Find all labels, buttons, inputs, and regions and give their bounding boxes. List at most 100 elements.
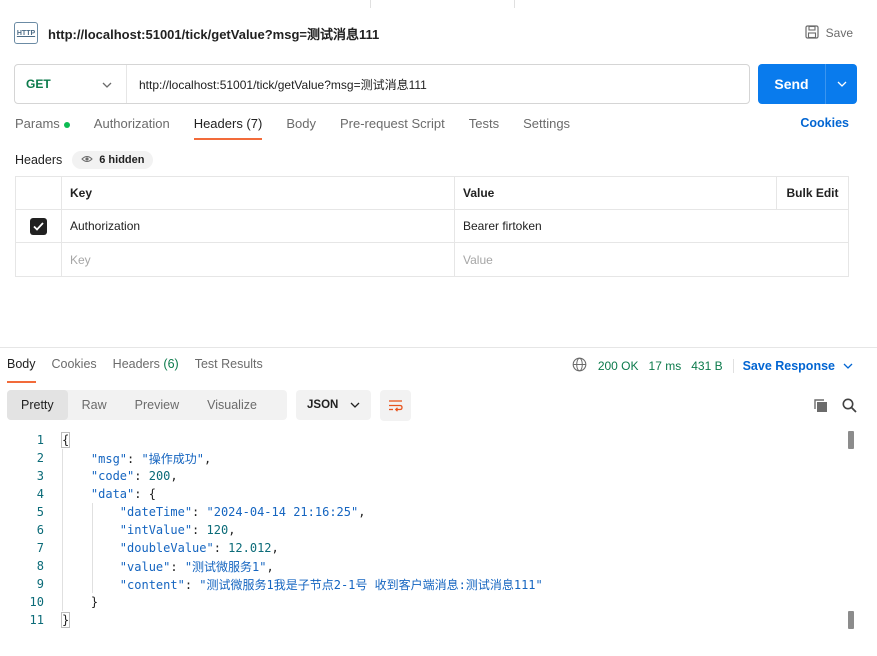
globe-icon[interactable] bbox=[572, 357, 587, 375]
eye-icon bbox=[81, 154, 93, 166]
code-line: 3 "code": 200, bbox=[0, 467, 860, 485]
send-options-chevron-icon[interactable] bbox=[825, 64, 857, 104]
header-value-cell[interactable]: Bearer firtoken bbox=[455, 210, 848, 242]
json-punctuation: : bbox=[192, 523, 207, 537]
view-tab-pretty[interactable]: Pretty bbox=[7, 390, 68, 420]
tab-params[interactable]: Params bbox=[15, 116, 70, 140]
response-headers-label: Headers bbox=[112, 357, 160, 371]
tab-body[interactable]: Body bbox=[286, 116, 316, 140]
json-punctuation: : bbox=[213, 541, 229, 555]
line-number: 10 bbox=[29, 595, 44, 609]
send-label: Send bbox=[774, 76, 809, 92]
copy-icon[interactable] bbox=[813, 398, 828, 413]
response-view-toolbar: Pretty Raw Preview Visualize JSON bbox=[7, 389, 857, 421]
wrap-lines-button[interactable] bbox=[380, 389, 411, 421]
url-input[interactable]: http://localhost:51001/tick/getValue?msg… bbox=[127, 76, 427, 93]
method-select[interactable]: GET bbox=[15, 65, 127, 103]
tab-tests[interactable]: Tests bbox=[469, 116, 499, 140]
json-punctuation: , bbox=[228, 523, 236, 537]
table-header-row: Key Value Bulk Edit bbox=[16, 177, 848, 210]
view-tab-preview[interactable]: Preview bbox=[121, 390, 193, 420]
chevron-down-icon bbox=[350, 399, 360, 411]
line-number: 11 bbox=[29, 613, 44, 627]
json-number: 200 bbox=[148, 469, 171, 483]
code-text: "dateTime": "2024-04-14 21:16:25", bbox=[62, 505, 366, 519]
editor-scrollbar-marker[interactable] bbox=[848, 611, 854, 629]
http-request-icon: HTTP bbox=[14, 22, 38, 44]
headers-table: Key Value Bulk Edit Authorization Bearer… bbox=[15, 176, 849, 277]
code-text: } bbox=[60, 612, 71, 628]
cookies-link[interactable]: Cookies bbox=[800, 116, 849, 130]
json-punctuation bbox=[62, 541, 120, 555]
view-tab-visualize[interactable]: Visualize bbox=[193, 390, 271, 420]
json-key: "doubleValue" bbox=[119, 541, 214, 555]
tab-headers[interactable]: Headers (7) bbox=[193, 116, 262, 140]
response-size[interactable]: 431 B bbox=[691, 359, 722, 373]
hidden-headers-toggle[interactable]: 6 hidden bbox=[72, 151, 154, 169]
json-number: 12.012 bbox=[228, 541, 272, 555]
status-code[interactable]: 200 OK bbox=[598, 359, 639, 373]
table-row: Authorization Bearer firtoken bbox=[16, 210, 848, 243]
chevron-down-icon bbox=[102, 77, 112, 91]
tab-strip bbox=[0, 0, 877, 8]
json-key: "intValue" bbox=[119, 523, 193, 537]
line-number: 1 bbox=[36, 433, 44, 447]
format-select[interactable]: JSON bbox=[296, 390, 371, 420]
new-key-input[interactable]: Key bbox=[62, 243, 455, 276]
response-tab-cookies[interactable]: Cookies bbox=[52, 357, 97, 383]
new-value-input[interactable]: Value bbox=[455, 243, 848, 276]
header-enabled-checkbox[interactable] bbox=[16, 210, 62, 242]
code-text: "msg": "操作成功", bbox=[62, 450, 211, 467]
format-label: JSON bbox=[307, 399, 339, 411]
save-response-button[interactable]: Save Response bbox=[743, 359, 853, 373]
response-time[interactable]: 17 ms bbox=[649, 359, 682, 373]
send-button[interactable]: Send bbox=[758, 64, 857, 104]
response-tab-body[interactable]: Body bbox=[7, 357, 36, 383]
line-number: 8 bbox=[36, 559, 44, 573]
url-bar: GET http://localhost:51001/tick/getValue… bbox=[14, 64, 857, 104]
json-punctuation: , bbox=[170, 469, 178, 483]
tab-settings[interactable]: Settings bbox=[523, 116, 570, 140]
code-line: 5 "dateTime": "2024-04-14 21:16:25", bbox=[0, 503, 860, 521]
active-request-tab[interactable] bbox=[370, 0, 515, 8]
line-number: 6 bbox=[36, 523, 44, 537]
url-box: GET http://localhost:51001/tick/getValue… bbox=[14, 64, 750, 104]
bulk-edit-button[interactable]: Bulk Edit bbox=[777, 177, 848, 209]
json-punctuation: : { bbox=[134, 487, 156, 501]
status-separator bbox=[732, 359, 734, 373]
code-text: "data": { bbox=[62, 487, 156, 501]
code-text: "intValue": 120, bbox=[62, 523, 236, 537]
response-tabs: Body Cookies Headers (6) Test Results bbox=[7, 357, 279, 383]
json-key: "data" bbox=[90, 487, 135, 501]
json-punctuation bbox=[62, 469, 91, 483]
line-number: 7 bbox=[36, 541, 44, 555]
save-icon bbox=[805, 24, 819, 42]
response-tab-headers[interactable]: Headers (6) bbox=[113, 357, 179, 383]
json-punctuation bbox=[62, 487, 91, 501]
tab-authorization[interactable]: Authorization bbox=[94, 116, 170, 140]
json-punctuation: } bbox=[60, 612, 71, 628]
code-text: } bbox=[62, 595, 98, 609]
json-punctuation: , bbox=[266, 559, 274, 574]
json-string: "操作成功" bbox=[141, 451, 204, 466]
request-title[interactable]: http://localhost:51001/tick/getValue?msg… bbox=[48, 24, 379, 43]
json-punctuation: , bbox=[358, 505, 366, 519]
header-key-cell[interactable]: Authorization bbox=[62, 210, 455, 242]
line-number: 4 bbox=[36, 487, 44, 501]
checkbox-checked-icon bbox=[30, 217, 47, 235]
pane-divider[interactable] bbox=[0, 347, 877, 348]
json-key: "content" bbox=[119, 577, 185, 592]
tab-pre-request-script[interactable]: Pre-request Script bbox=[340, 116, 445, 140]
json-punctuation bbox=[62, 523, 120, 537]
tab-params-label: Params bbox=[15, 116, 60, 131]
editor-scrollbar-thumb[interactable] bbox=[848, 431, 854, 449]
save-button[interactable]: Save bbox=[805, 24, 853, 42]
view-tab-raw[interactable]: Raw bbox=[68, 390, 121, 420]
line-number: 3 bbox=[36, 469, 44, 483]
json-punctuation bbox=[62, 452, 91, 466]
response-tab-test-results[interactable]: Test Results bbox=[195, 357, 263, 383]
response-status-bar: 200 OK 17 ms 431 B Save Response bbox=[572, 357, 853, 375]
response-body-editor[interactable]: 1{2 "msg": "操作成功", 3 "code": 200, 4 "data"… bbox=[0, 431, 860, 651]
code-text: "code": 200, bbox=[62, 469, 178, 483]
search-icon[interactable] bbox=[842, 398, 857, 413]
